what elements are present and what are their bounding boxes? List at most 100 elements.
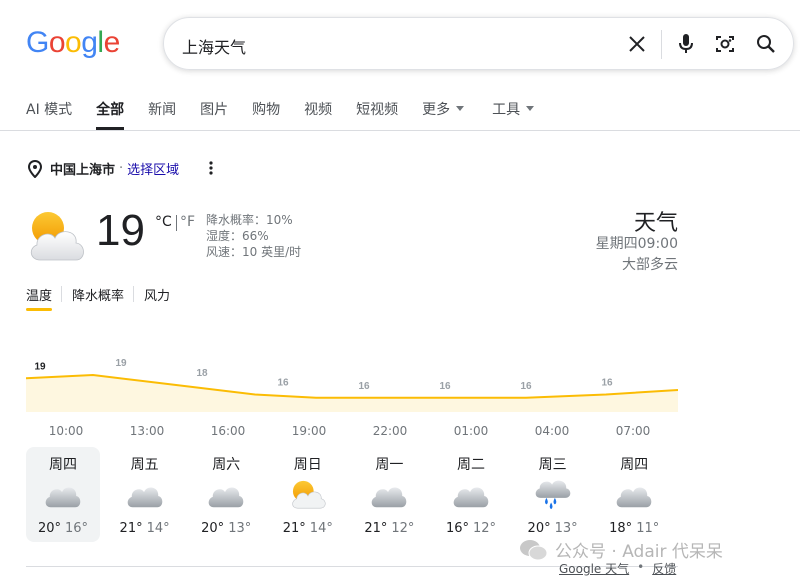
chart-point-label: 16: [277, 378, 289, 389]
location-separator: ·: [119, 161, 124, 176]
tab-0[interactable]: AI 模式: [26, 99, 72, 131]
day-high: 18°: [609, 521, 633, 536]
lens-camera-icon[interactable]: [713, 32, 737, 56]
cloudy-icon: [453, 487, 489, 508]
tab-7[interactable]: 更多: [422, 99, 465, 131]
day-forecast[interactable]: 周六 20° 13°: [189, 447, 263, 542]
choose-region-link[interactable]: 选择区域: [127, 159, 179, 178]
day-forecast[interactable]: 周二 16° 12°: [434, 447, 508, 542]
tab-label: 视频: [304, 102, 333, 118]
chart-point-label: 19: [34, 361, 46, 372]
day-name: 周五: [130, 457, 159, 473]
day-high: 20°: [201, 521, 225, 536]
metric-tab-0[interactable]: 温度: [26, 285, 63, 311]
search-divider: [661, 30, 662, 59]
day-forecast[interactable]: 周一 21° 12°: [352, 447, 426, 542]
cloudy-icon: [208, 487, 244, 508]
footer-links: Google 天气 • 反馈: [559, 560, 676, 577]
temperature-chart: 19 19 18 16 16 16 16 16: [26, 358, 678, 412]
day-temps: 18° 11°: [597, 521, 671, 536]
day-forecast[interactable]: 周五 21° 14°: [108, 447, 182, 542]
weather-condition: 大部多云: [622, 257, 678, 273]
tab-1[interactable]: 全部: [96, 99, 125, 131]
day-high: 20°: [37, 521, 61, 536]
day-high: 16°: [445, 521, 469, 536]
chart-time-label: 22:00: [372, 424, 408, 438]
day-temps: 21° 12°: [352, 521, 426, 536]
metric-tab-2[interactable]: 风力: [144, 285, 180, 311]
day-name: 周六: [212, 457, 241, 473]
logo-letter: o: [48, 26, 66, 59]
tab-2[interactable]: 新闻: [148, 99, 176, 131]
day-low: 16°: [65, 521, 89, 536]
search-input[interactable]: 上海天气: [182, 34, 246, 58]
search-tabs: AI 模式 全部 新闻 图片 购物 视频 短视频 更多 工具: [26, 99, 558, 131]
tab-3[interactable]: 图片: [200, 99, 228, 131]
day-temps: 20° 13°: [189, 521, 263, 536]
day-low: 14°: [309, 521, 333, 536]
partly-cloudy-icon: [292, 480, 326, 509]
day-name: 周日: [293, 457, 322, 473]
tab-label: 购物: [252, 102, 281, 118]
chart-time-label: 16:00: [210, 424, 246, 438]
chart-time-label: 19:00: [291, 424, 327, 438]
day-high: 21°: [119, 521, 143, 536]
logo-letter: g: [81, 26, 98, 59]
day-temps: 21° 14°: [271, 521, 345, 536]
day-high: 20°: [527, 521, 551, 536]
chart-point-label: 16: [439, 381, 451, 392]
google-weather-link[interactable]: Google 天气: [559, 560, 629, 577]
day-name: 周二: [457, 457, 485, 473]
search-icon[interactable]: [754, 32, 778, 56]
current-temperature: 19: [96, 206, 145, 255]
unit-celsius-toggle[interactable]: °C: [155, 214, 172, 230]
chart-point-label: 16: [601, 378, 613, 389]
tab-label: 工具: [492, 102, 521, 118]
day-low: 13°: [228, 521, 252, 536]
logo-letter: e: [103, 26, 121, 59]
tab-5[interactable]: 视频: [304, 99, 332, 131]
day-low: 14°: [146, 521, 170, 536]
metric-tabs: 温度 降水概率 风力: [26, 285, 190, 311]
tab-label: 全部: [96, 102, 125, 118]
cloudy-icon: [372, 487, 407, 508]
feedback-link[interactable]: 反馈: [652, 560, 676, 577]
more-options-icon[interactable]: [206, 160, 216, 176]
day-low: 12°: [473, 521, 497, 536]
tab-4[interactable]: 购物: [252, 99, 280, 131]
chart-point-label: 16: [520, 381, 532, 392]
tab-label: 短视频: [356, 102, 399, 118]
footer-dot: •: [637, 560, 645, 574]
clear-icon[interactable]: [625, 32, 649, 56]
chart-time-label: 01:00: [453, 424, 489, 438]
chart-point-label: 16: [358, 381, 370, 392]
caret-down-icon: [526, 106, 535, 111]
location-bar: 中国上海市 · 选择区域: [28, 159, 179, 178]
day-forecast[interactable]: 周四 18° 11°: [597, 447, 671, 542]
day-low: 13°: [554, 521, 578, 536]
logo-letter: o: [65, 26, 82, 59]
tab-8[interactable]: 工具: [492, 99, 535, 131]
caret-down-icon: [456, 106, 465, 111]
day-temps: 20° 13°: [516, 521, 590, 536]
tab-6[interactable]: 短视频: [356, 99, 398, 131]
chart-time-label: 04:00: [534, 424, 570, 438]
day-name: 周四: [620, 457, 649, 473]
chart-time-label: 10:00: [48, 424, 84, 438]
microphone-icon[interactable]: [674, 32, 698, 56]
day-forecast[interactable]: 周三 20° 13°: [516, 447, 590, 542]
metric-tab-1[interactable]: 降水概率: [72, 285, 135, 311]
day-forecast[interactable]: 周四 20° 16°: [26, 447, 100, 542]
day-forecast[interactable]: 周日 21° 14°: [271, 447, 345, 542]
google-logo[interactable]: Google: [26, 26, 120, 60]
search-box[interactable]: 上海天气: [163, 17, 794, 70]
day-name: 周三: [538, 457, 567, 473]
day-temps: 21° 14°: [108, 521, 182, 536]
cloudy-icon: [127, 487, 162, 508]
temperature-area: [26, 375, 678, 412]
humidity-text: 湿度：66%: [206, 229, 269, 243]
unit-fahrenheit-toggle[interactable]: °F: [180, 214, 195, 230]
location-name: 中国上海市: [50, 163, 116, 178]
chart-time-label: 13:00: [129, 424, 165, 438]
weather-time: 星期四09:00: [595, 236, 678, 252]
